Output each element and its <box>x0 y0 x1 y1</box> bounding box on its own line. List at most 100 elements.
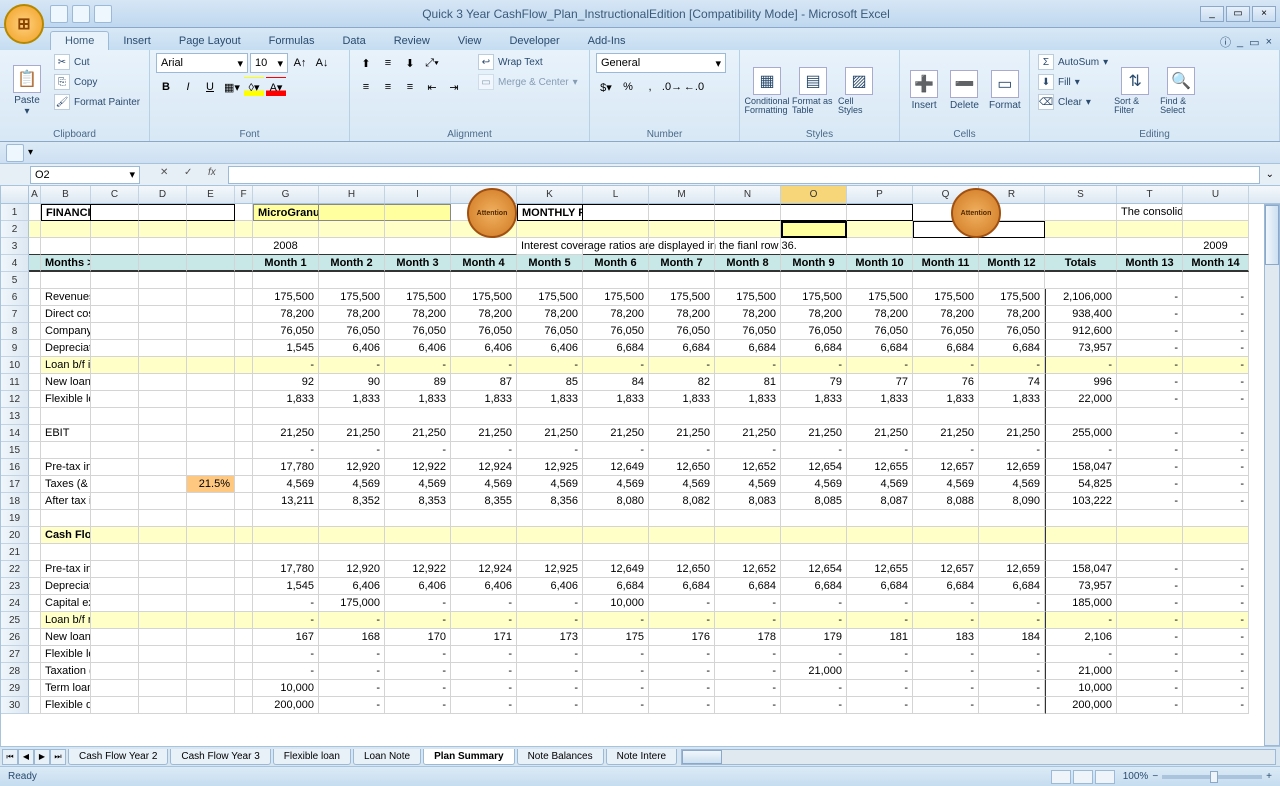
cell-E7[interactable] <box>187 306 235 323</box>
row-header-14[interactable]: 14 <box>1 425 29 442</box>
cut-button[interactable]: ✂Cut <box>52 53 142 71</box>
cell-K12[interactable]: 1,833 <box>517 391 583 408</box>
cell-T28[interactable]: - <box>1117 663 1183 680</box>
cell-D11[interactable] <box>139 374 187 391</box>
cell-U7[interactable]: - <box>1183 306 1249 323</box>
cell-M17[interactable]: 4,569 <box>649 476 715 493</box>
cell-R7[interactable]: 78,200 <box>979 306 1045 323</box>
cell-E19[interactable] <box>187 510 235 527</box>
row-header-19[interactable]: 19 <box>1 510 29 527</box>
cell-F7[interactable] <box>235 306 253 323</box>
cell-F27[interactable] <box>235 646 253 663</box>
cell-P14[interactable]: 21,250 <box>847 425 913 442</box>
tab-developer[interactable]: Developer <box>495 32 573 50</box>
cell-K11[interactable]: 85 <box>517 374 583 391</box>
cell-B21[interactable] <box>41 544 91 561</box>
row-header-2[interactable]: 2 <box>1 221 29 238</box>
cell-C21[interactable] <box>91 544 139 561</box>
cell-S27[interactable]: - <box>1045 646 1117 663</box>
cell-S7[interactable]: 938,400 <box>1045 306 1117 323</box>
cell-B22[interactable]: Pre-tax income <box>41 561 91 578</box>
cell-I29[interactable]: - <box>385 680 451 697</box>
cell-J4[interactable]: Month 4 <box>451 255 517 272</box>
cell-I13[interactable] <box>385 408 451 425</box>
cell-D26[interactable] <box>139 629 187 646</box>
cell-R15[interactable]: - <box>979 442 1045 459</box>
cell-N16[interactable]: 12,652 <box>715 459 781 476</box>
cell-Q10[interactable]: - <box>913 357 979 374</box>
cell-F3[interactable] <box>235 238 253 255</box>
row-header-29[interactable]: 29 <box>1 680 29 697</box>
cell-H8[interactable]: 76,050 <box>319 323 385 340</box>
row-header-6[interactable]: 6 <box>1 289 29 306</box>
cell-N18[interactable]: 8,083 <box>715 493 781 510</box>
cell-A8[interactable] <box>29 323 41 340</box>
cell-U16[interactable]: - <box>1183 459 1249 476</box>
align-middle-button[interactable]: ≡ <box>378 53 398 73</box>
cell-E22[interactable] <box>187 561 235 578</box>
cell-D18[interactable] <box>139 493 187 510</box>
cell-N21[interactable] <box>715 544 781 561</box>
cell-T23[interactable]: - <box>1117 578 1183 595</box>
cell-G25[interactable]: - <box>253 612 319 629</box>
cell-F18[interactable] <box>235 493 253 510</box>
cell-T12[interactable]: - <box>1117 391 1183 408</box>
cell-Q22[interactable]: 12,657 <box>913 561 979 578</box>
cell-G20[interactable] <box>253 527 319 544</box>
cell-N19[interactable] <box>715 510 781 527</box>
cell-S5[interactable] <box>1045 272 1117 289</box>
zoom-level[interactable]: 100% <box>1123 771 1149 782</box>
cell-P3[interactable] <box>847 238 913 255</box>
row-header-23[interactable]: 23 <box>1 578 29 595</box>
row-header-10[interactable]: 10 <box>1 357 29 374</box>
cell-S1[interactable] <box>1045 204 1117 221</box>
cell-D10[interactable] <box>139 357 187 374</box>
font-color-button[interactable]: A▾ <box>266 77 286 97</box>
cell-Q21[interactable] <box>913 544 979 561</box>
cell-D12[interactable] <box>139 391 187 408</box>
cell-F21[interactable] <box>235 544 253 561</box>
cell-J20[interactable] <box>451 527 517 544</box>
cell-J26[interactable]: 171 <box>451 629 517 646</box>
cell-T15[interactable]: - <box>1117 442 1183 459</box>
cell-A15[interactable] <box>29 442 41 459</box>
cell-E4[interactable] <box>187 255 235 272</box>
cell-I1[interactable] <box>385 204 451 221</box>
cell-P7[interactable]: 78,200 <box>847 306 913 323</box>
cell-S20[interactable] <box>1045 527 1117 544</box>
cell-Q7[interactable]: 78,200 <box>913 306 979 323</box>
cell-S21[interactable] <box>1045 544 1117 561</box>
tab-home[interactable]: Home <box>50 31 109 50</box>
cell-G30[interactable]: 200,000 <box>253 697 319 714</box>
cell-H9[interactable]: 6,406 <box>319 340 385 357</box>
cell-H3[interactable] <box>319 238 385 255</box>
cell-A16[interactable] <box>29 459 41 476</box>
cell-I25[interactable]: - <box>385 612 451 629</box>
cell-G16[interactable]: 17,780 <box>253 459 319 476</box>
cell-G24[interactable]: - <box>253 595 319 612</box>
cell-T13[interactable] <box>1117 408 1183 425</box>
cell-Q26[interactable]: 183 <box>913 629 979 646</box>
cell-M16[interactable]: 12,650 <box>649 459 715 476</box>
cell-G28[interactable]: - <box>253 663 319 680</box>
cell-P25[interactable]: - <box>847 612 913 629</box>
cell-M4[interactable]: Month 7 <box>649 255 715 272</box>
cell-K27[interactable]: - <box>517 646 583 663</box>
cell-P17[interactable]: 4,569 <box>847 476 913 493</box>
cell-A3[interactable] <box>29 238 41 255</box>
cell-O11[interactable]: 79 <box>781 374 847 391</box>
cell-U29[interactable]: - <box>1183 680 1249 697</box>
cell-M14[interactable]: 21,250 <box>649 425 715 442</box>
row-header-11[interactable]: 11 <box>1 374 29 391</box>
cell-K24[interactable]: - <box>517 595 583 612</box>
cell-A2[interactable] <box>29 221 41 238</box>
cell-C17[interactable] <box>91 476 139 493</box>
indent-dec-button[interactable]: ⇤ <box>422 77 442 97</box>
col-header-K[interactable]: K <box>517 186 583 203</box>
increase-decimal-button[interactable]: .0→ <box>662 77 682 97</box>
cell-S26[interactable]: 2,106 <box>1045 629 1117 646</box>
cell-N11[interactable]: 81 <box>715 374 781 391</box>
cell-E15[interactable] <box>187 442 235 459</box>
cell-B8[interactable]: Company expenses <box>41 323 91 340</box>
cell-H12[interactable]: 1,833 <box>319 391 385 408</box>
